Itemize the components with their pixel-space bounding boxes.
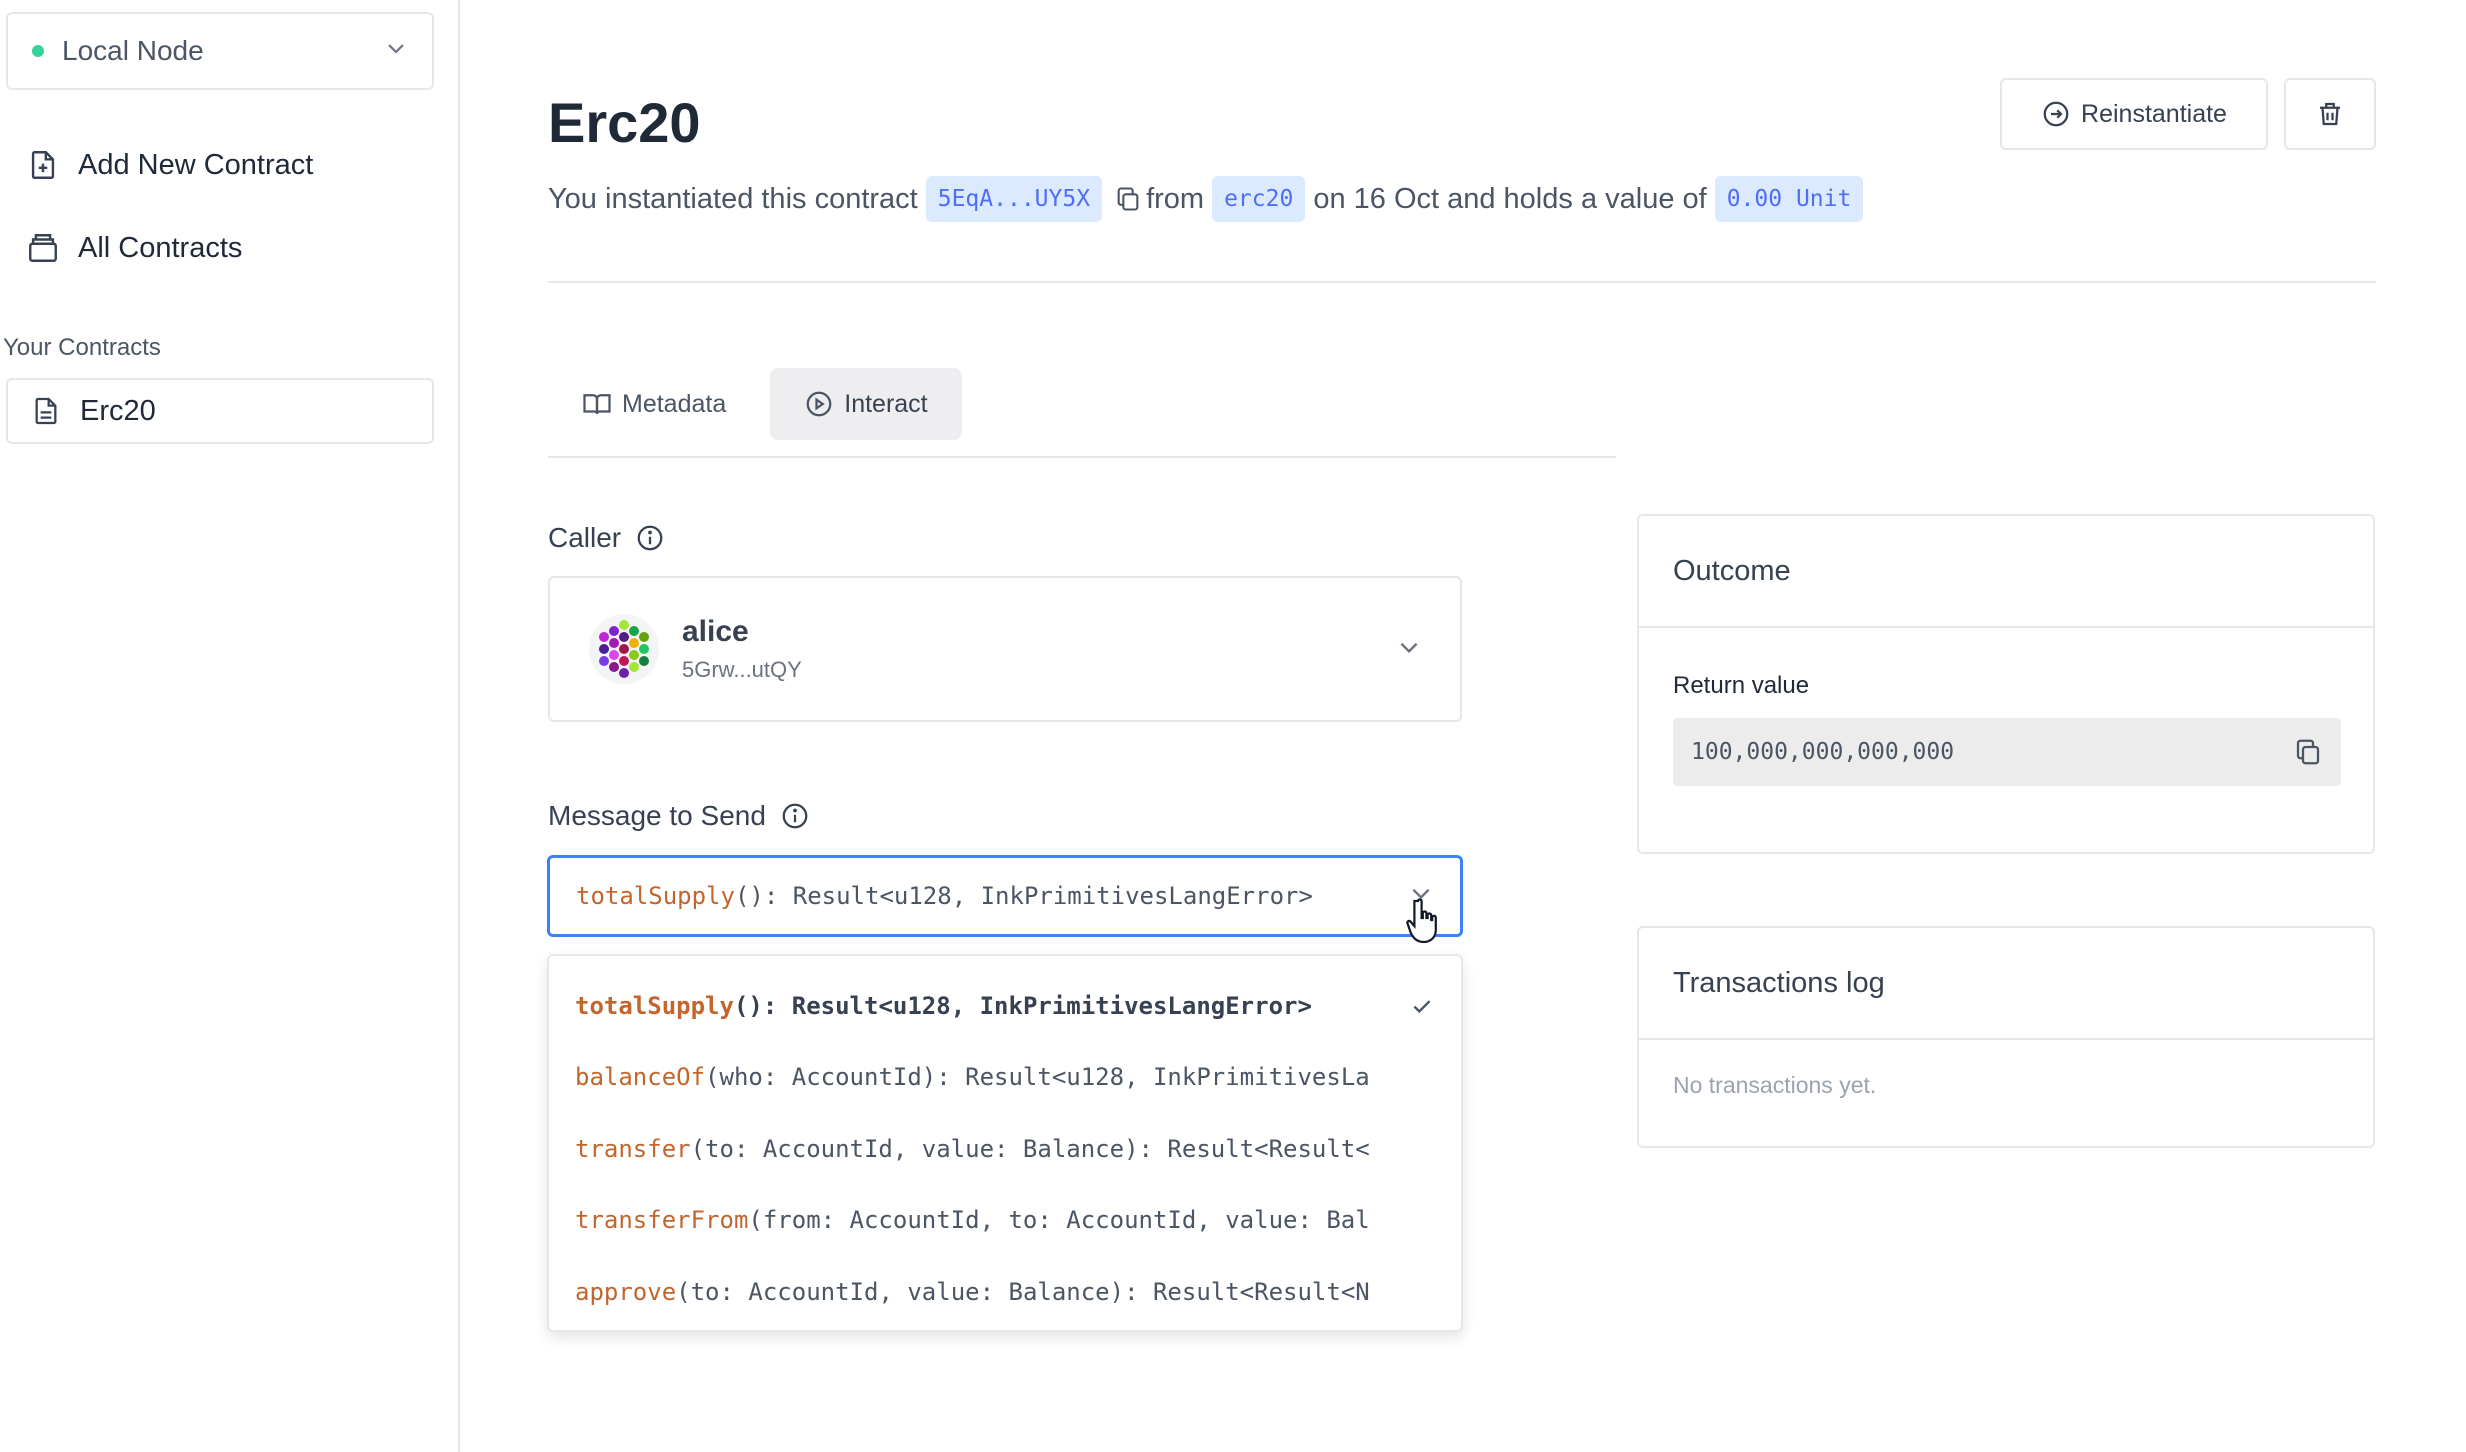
identicon-avatar	[589, 614, 659, 684]
file-text-icon	[30, 395, 62, 427]
caller-label: Caller	[548, 522, 665, 554]
file-plus-icon	[26, 148, 60, 182]
copy-icon[interactable]	[2293, 737, 2323, 767]
nav-label: All Contracts	[78, 231, 243, 264]
return-value-label: Return value	[1673, 672, 1810, 699]
return-value-text: 100,000,000,000,000	[1691, 739, 1955, 765]
option-fn-signature: (to: AccountId, value: Balance): Result<…	[690, 1134, 1370, 1163]
return-value-field: 100,000,000,000,000	[1673, 718, 2341, 786]
copy-icon[interactable]	[1114, 185, 1142, 213]
tab-interact[interactable]: Interact	[770, 368, 962, 440]
hand-cursor-icon	[1406, 898, 1437, 944]
book-icon	[582, 389, 612, 419]
option-fn-signature: (who: AccountId): Result<u128, InkPrimit…	[705, 1063, 1370, 1092]
delete-button[interactable]	[2284, 78, 2376, 150]
message-option-transfer[interactable]: transfer (to: AccountId, value: Balance)…	[549, 1113, 1461, 1185]
option-fn-signature: (): Result<u128, InkPrimitivesLangError>	[733, 991, 1312, 1020]
nav-all-contracts[interactable]: All Contracts	[26, 223, 242, 273]
contract-item-erc20[interactable]: Erc20	[6, 378, 434, 444]
arrow-circle-right-icon	[2041, 99, 2071, 129]
page-title: Erc20	[548, 91, 701, 154]
nav-label: Add New Contract	[78, 148, 314, 181]
message-label: Message to Send	[548, 800, 810, 832]
outcome-title: Outcome	[1639, 516, 2373, 628]
play-circle-icon	[804, 389, 834, 419]
node-label: Local Node	[62, 35, 204, 66]
option-fn-signature: (from: AccountId, to: AccountId, value: …	[748, 1206, 1370, 1235]
tab-bar: Metadata Interact	[548, 368, 1616, 458]
chevron-down-icon	[384, 35, 408, 67]
txlog-empty: No transactions yet.	[1673, 1072, 1877, 1098]
code-name-chip: erc20	[1212, 176, 1306, 222]
option-fn-name: transferFrom	[575, 1206, 749, 1235]
caller-label-text: Caller	[548, 522, 622, 553]
address-chip: 5EqA...UY5X	[925, 176, 1103, 222]
reinstantiate-label: Reinstantiate	[2081, 99, 2227, 128]
message-label-text: Message to Send	[548, 800, 766, 831]
info-icon[interactable]	[635, 523, 665, 553]
info-icon[interactable]	[780, 801, 810, 831]
briefcase-icon	[26, 231, 60, 265]
tab-metadata[interactable]: Metadata	[548, 368, 760, 440]
option-fn-name: balanceOf	[575, 1063, 706, 1092]
outcome-panel: Outcome Return value 100,000,000,000,000	[1637, 514, 2375, 854]
option-fn-signature: (to: AccountId, value: Balance): Result<…	[676, 1277, 1370, 1306]
tab-label: Interact	[844, 389, 928, 418]
caller-name: alice	[682, 615, 749, 648]
reinstantiate-button[interactable]: Reinstantiate	[2000, 78, 2268, 150]
caller-selector[interactable]: alice 5Grw...utQY	[548, 576, 1462, 722]
option-fn-name: totalSupply	[575, 991, 734, 1020]
desc-date: on 16 Oct and holds a value of	[1313, 182, 1707, 215]
trash-icon	[2315, 99, 2345, 129]
option-fn-name: transfer	[575, 1134, 691, 1163]
message-option-totalsupply[interactable]: totalSupply (): Result<u128, InkPrimitiv…	[549, 970, 1461, 1042]
chevron-down-icon	[1396, 634, 1422, 665]
message-option-transferfrom[interactable]: transferFrom (from: AccountId, to: Accou…	[549, 1185, 1461, 1257]
message-option-approve[interactable]: approve (to: AccountId, value: Balance):…	[549, 1256, 1461, 1328]
nav-add-new-contract[interactable]: Add New Contract	[26, 140, 313, 190]
check-icon	[1409, 993, 1435, 1019]
node-selector[interactable]: Local Node	[6, 12, 434, 90]
header-divider	[548, 281, 2376, 283]
message-option-balanceof[interactable]: balanceOf (who: AccountId): Result<u128,…	[549, 1042, 1461, 1114]
option-fn-name: approve	[575, 1277, 677, 1306]
caller-info: alice 5Grw...utQY	[682, 615, 802, 683]
caller-address: 5Grw...utQY	[682, 657, 802, 682]
sidebar: Local Node Add New Contract All Contract…	[0, 0, 460, 1452]
desc-prefix: You instantiated this contract	[548, 182, 918, 215]
contracts-heading: Your Contracts	[3, 334, 161, 361]
node-status-dot	[32, 45, 44, 57]
tab-label: Metadata	[622, 389, 727, 418]
message-selector[interactable]: totalSupply (): Result<u128, InkPrimitiv…	[547, 855, 1463, 937]
desc-from: from	[1146, 182, 1205, 215]
contract-label: Erc20	[80, 394, 156, 427]
transactions-log-panel: Transactions log No transactions yet.	[1637, 926, 2375, 1148]
selected-fn-signature: (): Result<u128, InkPrimitivesLangError>	[734, 882, 1313, 910]
txlog-title: Transactions log	[1639, 928, 2373, 1040]
contract-description: You instantiated this contract 5EqA...UY…	[548, 176, 1871, 222]
message-dropdown: totalSupply (): Result<u128, InkPrimitiv…	[547, 954, 1463, 1332]
value-chip: 0.00 Unit	[1714, 176, 1864, 222]
selected-fn-name: totalSupply	[576, 882, 735, 910]
